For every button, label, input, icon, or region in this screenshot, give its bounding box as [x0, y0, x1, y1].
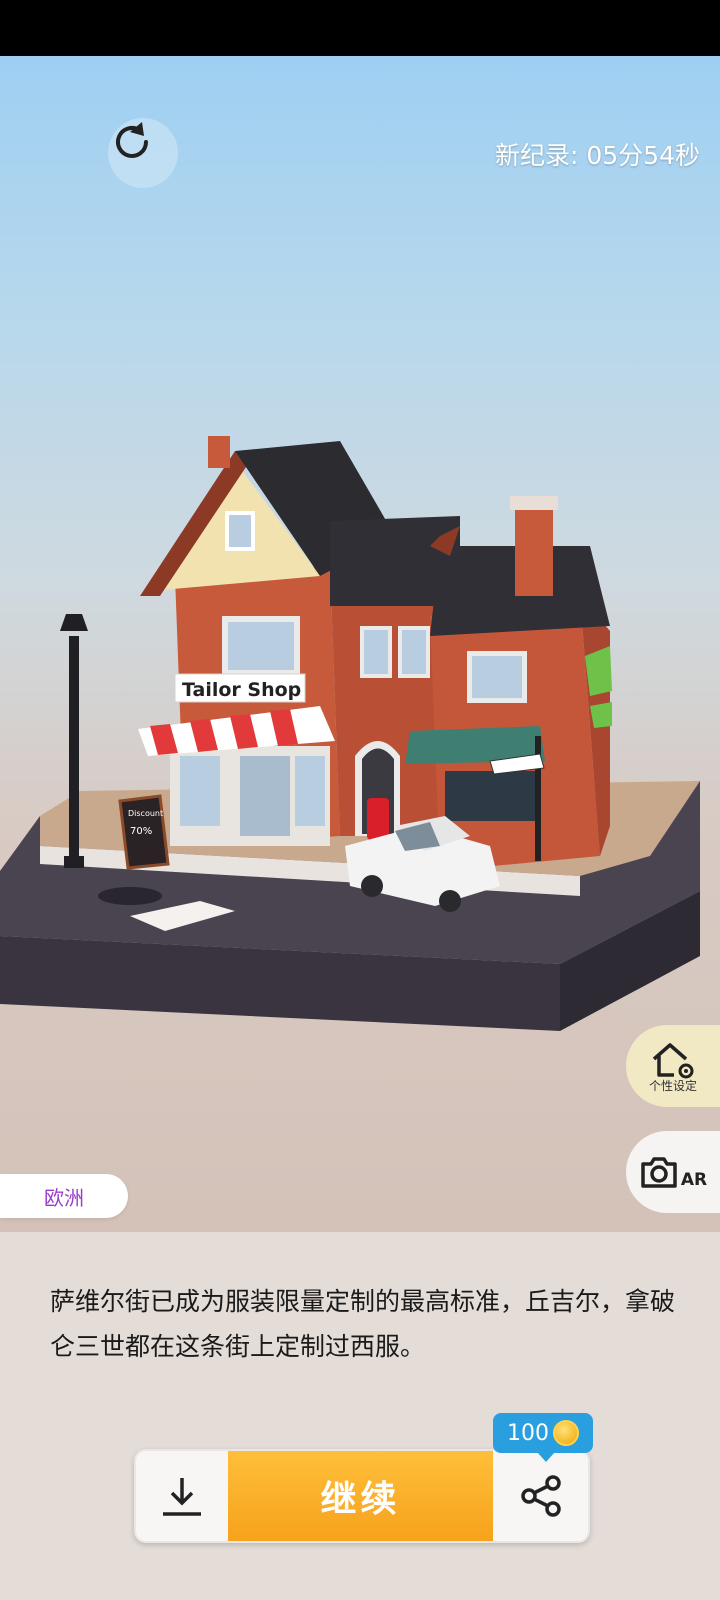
shop-sign: Tailor Shop — [182, 679, 301, 701]
continue-button[interactable]: 继续 — [228, 1451, 493, 1541]
action-bar: 继续 — [134, 1449, 590, 1543]
status-bar — [0, 0, 720, 56]
coin-icon — [553, 1420, 579, 1446]
share-reward-amount: 100 — [507, 1420, 549, 1446]
ar-label: AR — [680, 1170, 708, 1190]
customize-label: 个性设定 — [648, 1078, 697, 1093]
board-text: 70% — [130, 826, 152, 837]
camera-icon — [641, 1157, 677, 1188]
share-icon — [520, 1475, 561, 1517]
game-scene: Discount 70% Tailor Shop 新纪录: 05分54秒 — [0, 56, 720, 1232]
download-button[interactable] — [136, 1451, 228, 1541]
customize-button[interactable]: 个性设定 — [626, 1025, 720, 1107]
restart-button[interactable] — [108, 118, 178, 188]
share-reward-badge: 100 — [493, 1413, 593, 1462]
ar-camera-button[interactable]: AR — [626, 1131, 720, 1213]
download-icon — [163, 1478, 201, 1516]
region-tag: 欧洲 — [0, 1174, 128, 1218]
share-button[interactable] — [493, 1451, 588, 1541]
description-text: 萨维尔街已成为服装限量定制的最高标准，丘吉尔，拿破仑三世都在这条街上定制过西服。 — [50, 1287, 676, 1361]
refresh-icon — [116, 122, 148, 158]
board-text: Discount — [128, 809, 163, 818]
record-time: 新纪录: 05分54秒 — [495, 141, 700, 170]
diorama-illustration: Discount 70% Tailor Shop — [0, 436, 700, 1031]
house-settings-icon — [652, 1042, 694, 1078]
